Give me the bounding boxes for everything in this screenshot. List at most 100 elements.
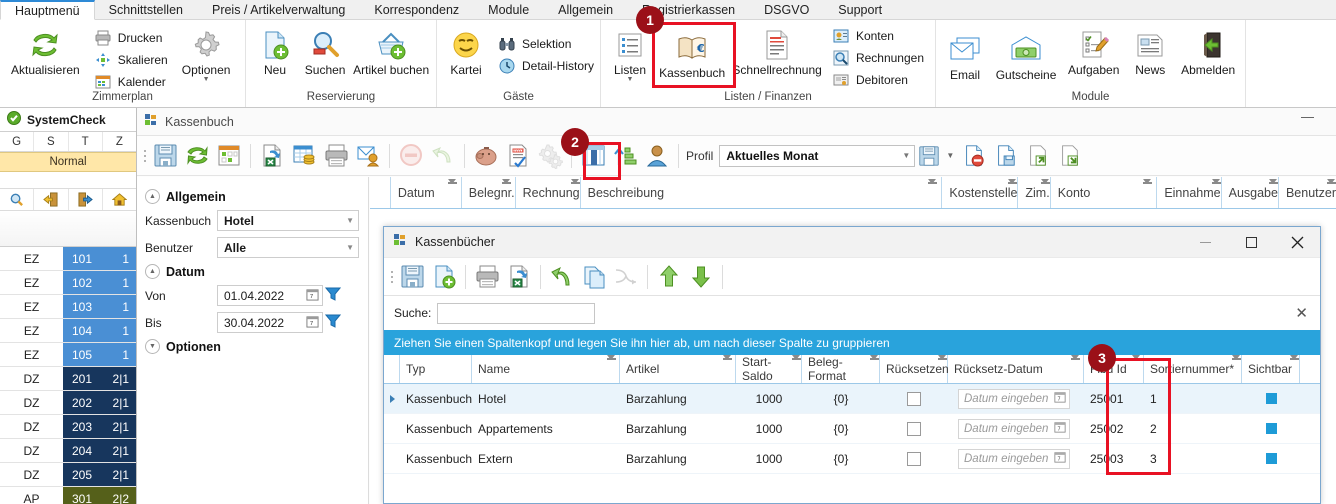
sichtbar-indicator[interactable] bbox=[1265, 393, 1277, 404]
piggybank-icon[interactable] bbox=[470, 140, 502, 172]
grid-column-konto[interactable]: Konto bbox=[1051, 177, 1158, 208]
ribbon-button-skalieren[interactable]: Skalieren bbox=[89, 49, 173, 71]
ribbon-tab-allgemein[interactable]: Allgemein bbox=[544, 0, 628, 19]
save-profile-icon[interactable] bbox=[915, 140, 943, 172]
filter-icon[interactable] bbox=[1071, 355, 1080, 374]
sidebar-column-g[interactable]: G bbox=[0, 132, 35, 151]
receipt-check-icon[interactable]: (vvv) bbox=[502, 140, 534, 172]
calendar-picker-icon[interactable]: 7 bbox=[1054, 391, 1066, 406]
room-row[interactable]: AP 301 2|2 bbox=[0, 487, 136, 504]
room-row[interactable]: EZ 104 1 bbox=[0, 319, 136, 343]
delete-icon[interactable] bbox=[395, 140, 427, 172]
ribbon-button-aktualisieren[interactable]: Aktualisieren bbox=[4, 23, 87, 80]
grid-column-start-saldo[interactable]: Start-Saldo bbox=[736, 355, 802, 383]
profil-combobox[interactable]: Aktuelles Monat ▼ bbox=[719, 144, 916, 167]
import-profile-icon[interactable] bbox=[1021, 140, 1053, 172]
cell-ruecksetzen[interactable] bbox=[880, 414, 948, 443]
export-excel-icon[interactable] bbox=[256, 140, 288, 172]
von-filter-icon[interactable] bbox=[324, 287, 342, 304]
save-icon[interactable] bbox=[149, 140, 181, 172]
filter-icon[interactable] bbox=[1040, 179, 1050, 198]
ribbon-button-gutscheine[interactable]: Gutscheine bbox=[990, 23, 1062, 85]
export-excel-icon[interactable] bbox=[503, 261, 535, 293]
save-as-profile-icon[interactable] bbox=[989, 140, 1021, 172]
calendar-picker-icon[interactable]: 7 bbox=[306, 288, 319, 304]
filter-icon[interactable] bbox=[1132, 355, 1141, 374]
chevron-down-icon[interactable]: ▼ bbox=[145, 339, 160, 354]
save-icon[interactable] bbox=[396, 261, 428, 293]
grid-column-ruecksetz-datum[interactable]: Rücksetz-Datum bbox=[948, 355, 1084, 383]
room-row[interactable]: EZ 105 1 bbox=[0, 343, 136, 367]
filter-icon[interactable] bbox=[607, 355, 616, 374]
table-row[interactable]: Kassenbuch Appartements Barzahlung 1000 … bbox=[384, 414, 1320, 444]
ribbon-button-abmelden[interactable]: Abmelden bbox=[1175, 23, 1241, 80]
filter-icon[interactable] bbox=[1008, 179, 1017, 198]
ribbon-button-rechnungen[interactable]: Rechnungen bbox=[827, 47, 929, 69]
filter-icon[interactable] bbox=[870, 355, 879, 374]
chevron-down-icon[interactable]: ▼ bbox=[346, 216, 354, 225]
search-input[interactable] bbox=[437, 302, 596, 324]
calendar-picker-icon[interactable]: 7 bbox=[1054, 451, 1066, 466]
room-row[interactable]: EZ 103 1 bbox=[0, 295, 136, 319]
ribbon-button-selektion[interactable]: Selektion bbox=[493, 33, 599, 55]
filter-icon[interactable] bbox=[1211, 179, 1221, 198]
print-icon[interactable] bbox=[471, 261, 503, 293]
filter-icon[interactable] bbox=[938, 355, 947, 374]
printer-icon[interactable] bbox=[320, 140, 352, 172]
merge-icon[interactable] bbox=[610, 261, 642, 293]
filter-icon[interactable] bbox=[723, 355, 732, 374]
grid-column-ausgabe[interactable]: Ausgabe bbox=[1222, 177, 1279, 208]
ruecksetz-datum-input[interactable]: Datum eingeben 7 bbox=[958, 418, 1070, 439]
room-row[interactable]: DZ 203 2|1 bbox=[0, 415, 136, 439]
export-profile-icon[interactable] bbox=[1053, 140, 1085, 172]
ribbon-tab-preis-artikelverwaltung[interactable]: Preis / Artikelverwaltung bbox=[198, 0, 360, 19]
ruecksetz-datum-input[interactable]: Datum eingeben 7 bbox=[958, 388, 1070, 409]
filter-icon[interactable] bbox=[1143, 179, 1152, 198]
ribbon-button-debitoren[interactable]: Debitoren bbox=[827, 69, 929, 91]
sidebar-checkout-button[interactable] bbox=[69, 189, 103, 210]
refresh-icon[interactable] bbox=[181, 140, 213, 172]
chevron-down-icon[interactable]: ▼ bbox=[627, 76, 634, 83]
cell-sichtbar[interactable] bbox=[1242, 414, 1300, 443]
ribbon-tab-dsgvo[interactable]: DSGVO bbox=[750, 0, 824, 19]
coins-table-icon[interactable] bbox=[288, 140, 320, 172]
kassenbuch-select[interactable]: Hotel ▼ bbox=[217, 210, 359, 231]
ruecksetz-datum-input[interactable]: Datum eingeben 7 bbox=[958, 448, 1070, 469]
table-row[interactable]: Kassenbuch Hotel Barzahlung 1000 {0} Dat… bbox=[384, 384, 1320, 414]
ribbon-tab-schnittstellen[interactable]: Schnittstellen bbox=[95, 0, 198, 19]
benutzer-select[interactable]: Alle ▼ bbox=[217, 237, 359, 258]
filter-icon[interactable] bbox=[928, 179, 937, 198]
grid-column-kostenstelle[interactable]: Kostenstelle bbox=[942, 177, 1019, 208]
ribbon-button-suchen[interactable]: Suchen bbox=[300, 23, 350, 80]
ribbon-tab-support[interactable]: Support bbox=[824, 0, 897, 19]
cell-ruecksetz-datum[interactable]: Datum eingeben 7 bbox=[948, 384, 1084, 413]
ribbon-button-optionen[interactable]: Optionen ▼ bbox=[175, 23, 238, 86]
delete-profile-icon[interactable] bbox=[957, 140, 989, 172]
grid-column-beschreibung[interactable]: Beschreibung bbox=[581, 177, 943, 208]
row-selector-icon[interactable] bbox=[384, 414, 400, 443]
cell-sichtbar[interactable] bbox=[1242, 384, 1300, 413]
filter-section-optionen[interactable]: ▼ Optionen bbox=[145, 339, 360, 354]
filter-icon[interactable] bbox=[1268, 179, 1278, 198]
filter-icon[interactable] bbox=[447, 179, 457, 198]
maximize-icon[interactable] bbox=[1228, 227, 1274, 258]
room-row[interactable]: DZ 201 2|1 bbox=[0, 367, 136, 391]
ruecksetzen-checkbox[interactable] bbox=[907, 451, 921, 466]
grid-column-belegnr[interactable]: Belegnr. bbox=[462, 177, 516, 208]
ribbon-button-drucken[interactable]: Drucken bbox=[89, 27, 173, 49]
room-row[interactable]: DZ 202 2|1 bbox=[0, 391, 136, 415]
room-row[interactable]: DZ 204 2|1 bbox=[0, 439, 136, 463]
cell-ruecksetz-datum[interactable]: Datum eingeben 7 bbox=[948, 414, 1084, 443]
chevron-up-icon[interactable]: ▲ bbox=[145, 264, 160, 279]
room-row[interactable]: EZ 101 1 bbox=[0, 247, 136, 271]
save-profile-dropdown-icon[interactable]: ▼ bbox=[943, 140, 957, 172]
user-icon[interactable] bbox=[641, 140, 673, 172]
sidebar-column-z[interactable]: Z bbox=[103, 132, 136, 151]
sidebar-home-button[interactable] bbox=[103, 189, 136, 210]
close-icon[interactable] bbox=[1274, 227, 1320, 258]
filter-icon[interactable] bbox=[1327, 179, 1336, 198]
grid-column-typ[interactable]: Typ bbox=[400, 355, 472, 383]
filter-icon[interactable] bbox=[570, 179, 580, 198]
grid-column-beleg-format[interactable]: Beleg-Format bbox=[802, 355, 880, 383]
cell-ruecksetzen[interactable] bbox=[880, 384, 948, 413]
